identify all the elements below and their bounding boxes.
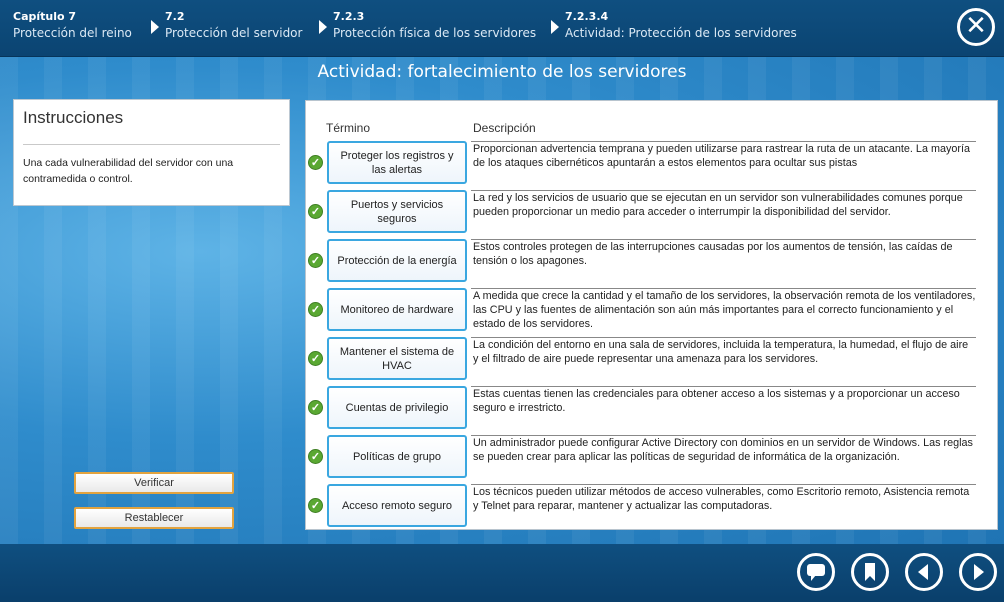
check-icon: ✓ — [308, 155, 323, 170]
description-text: Proporcionan advertencia temprana y pued… — [473, 143, 970, 169]
breadcrumb-section[interactable]: 7.2 Protección del servidor — [165, 10, 302, 42]
breadcrumb-subsection[interactable]: 7.2.3 Protección física de los servidore… — [333, 10, 536, 42]
check-icon: ✓ — [308, 498, 323, 513]
back-button[interactable] — [905, 553, 943, 591]
instructions-text: Una cada vulnerabilidad del servidor con… — [23, 157, 234, 185]
instructions-heading: Instrucciones — [23, 108, 124, 127]
match-row: ✓ Acceso remoto seguro Los técnicos pued… — [306, 481, 999, 530]
check-icon: ✓ — [308, 351, 323, 366]
top-navigation-bar: Capítulo 7 Protección del reino 7.2 Prot… — [0, 0, 1004, 57]
next-arrow-icon — [974, 564, 984, 580]
description-text: Un administrador puede configurar Active… — [473, 437, 973, 463]
next-button[interactable] — [959, 553, 997, 591]
breadcrumb-title: Actividad: Protección de los servidores — [565, 26, 797, 40]
match-row: ✓ Cuentas de privilegio Estas cuentas ti… — [306, 383, 999, 432]
match-row: ✓ Protección de la energía Estos control… — [306, 236, 999, 285]
back-arrow-icon — [918, 564, 928, 580]
term-column-header: Término — [326, 121, 371, 135]
breadcrumb-number: 7.2.3.4 — [565, 10, 609, 23]
breadcrumb-number: Capítulo 7 — [13, 10, 77, 23]
breadcrumb-title: Protección del servidor — [165, 26, 303, 40]
term-drag-item[interactable]: Cuentas de privilegio — [327, 386, 467, 429]
term-drag-item[interactable]: Proteger los registros y las alertas — [327, 141, 467, 184]
match-row: ✓ Políticas de grupo Un administrador pu… — [306, 432, 999, 481]
breadcrumb-number: 7.2 — [165, 10, 185, 23]
term-drag-item[interactable]: Puertos y servicios seguros — [327, 190, 467, 233]
matching-panel: Término Descripción ✓ Proteger los regis… — [305, 100, 998, 530]
description-text: Estos controles protegen de las interrup… — [473, 241, 953, 267]
term-drag-item[interactable]: Monitoreo de hardware — [327, 288, 467, 331]
activity-title: Actividad: fortalecimiento de los servid… — [317, 62, 687, 82]
description-text: La red y los servicios de usuario que se… — [473, 192, 963, 218]
breadcrumb-number: 7.2.3 — [333, 10, 365, 23]
check-icon: ✓ — [308, 302, 323, 317]
check-icon: ✓ — [308, 253, 323, 268]
bottom-navigation-bar — [0, 544, 1004, 602]
bookmark-button[interactable] — [851, 553, 889, 591]
match-row: ✓ Puertos y servicios seguros La red y l… — [306, 187, 999, 236]
comment-icon — [807, 564, 825, 581]
description-text: A medida que crece la cantidad y el tama… — [473, 290, 976, 330]
description-column-header: Descripción — [473, 121, 536, 135]
description-text: Estas cuentas tienen las credenciales pa… — [473, 388, 960, 414]
instructions-panel: Instrucciones Una cada vulnerabilidad de… — [13, 99, 290, 206]
description-text: Los técnicos pueden utilizar métodos de … — [473, 486, 970, 512]
verify-button[interactable]: Verificar — [74, 472, 234, 494]
divider — [23, 144, 280, 145]
reset-button[interactable]: Restablecer — [74, 507, 234, 529]
description-text: La condición del entorno en una sala de … — [473, 339, 969, 365]
match-row: ✓ Proteger los registros y las alertas P… — [306, 138, 999, 187]
term-drag-item[interactable]: Políticas de grupo — [327, 435, 467, 478]
match-row: ✓ Monitoreo de hardware A medida que cre… — [306, 285, 999, 334]
check-icon: ✓ — [308, 400, 323, 415]
breadcrumb-title: Protección física de los servidores — [333, 26, 537, 40]
breadcrumb-title: Protección del reino — [13, 26, 132, 40]
close-icon: ✕ — [965, 11, 987, 41]
term-drag-item[interactable]: Protección de la energía — [327, 239, 467, 282]
breadcrumb-separator-icon — [151, 20, 159, 34]
activity-area: Actividad: fortalecimiento de los servid… — [0, 57, 1004, 544]
breadcrumb-chapter[interactable]: Capítulo 7 Protección del reino — [13, 10, 132, 42]
breadcrumb-activity[interactable]: 7.2.3.4 Actividad: Protección de los ser… — [565, 10, 797, 42]
breadcrumb-separator-icon — [319, 20, 327, 34]
breadcrumb-separator-icon — [551, 20, 559, 34]
close-button[interactable]: ✕ — [957, 8, 995, 46]
comment-button[interactable] — [797, 553, 835, 591]
term-drag-item[interactable]: Mantener el sistema de HVAC — [327, 337, 467, 380]
check-icon: ✓ — [308, 204, 323, 219]
bookmark-icon — [865, 563, 875, 581]
match-row: ✓ Mantener el sistema de HVAC La condici… — [306, 334, 999, 383]
term-drag-item[interactable]: Acceso remoto seguro — [327, 484, 467, 527]
check-icon: ✓ — [308, 449, 323, 464]
